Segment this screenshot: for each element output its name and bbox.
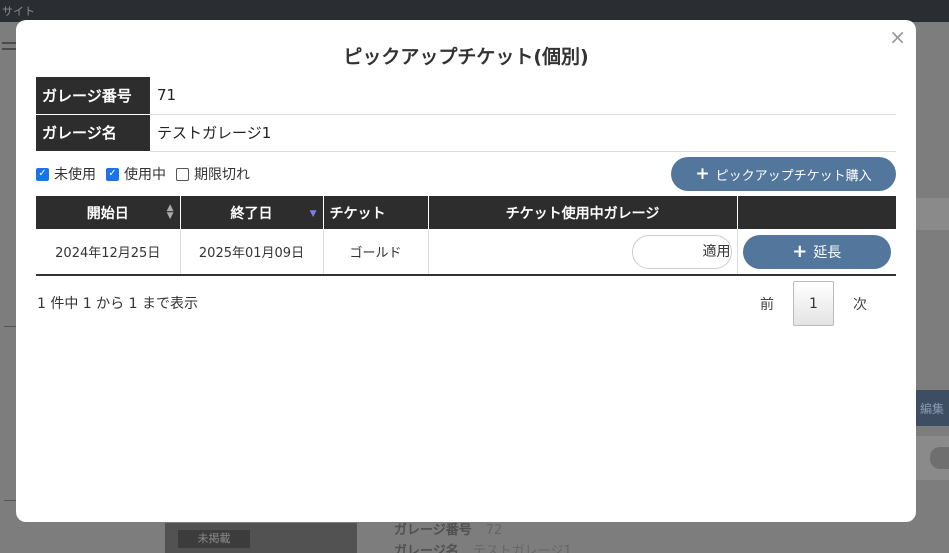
filter-unused[interactable]: ✓ 未使用 [36,164,96,184]
table-summary: 1 件中 1 から 1 まで表示 [37,296,198,312]
background-menu-icon [2,42,16,56]
filter-expired[interactable]: 期限切れ [176,164,250,184]
filter-expired-checkbox[interactable] [176,167,189,181]
background-divider [4,500,16,501]
ticket-modal: × ピックアップチケット(個別) ガレージ番号 71 ガレージ名 テストガレージ… [16,20,916,522]
garage-name-label: ガレージ名 [36,114,150,152]
cell-ticket-garage: 適用 [428,229,738,276]
cell-actions: + 延長 [737,229,896,276]
background-info-row: ガレージ名 テストガレージ1 [394,544,572,553]
cell-ticket: ゴールド [323,229,429,276]
table-row: 2024年12月25日 2025年01月09日 ゴールド 適用 + 延長 [36,229,896,276]
modal-title: ピックアップチケット(個別) [343,46,589,68]
filter-expired-label: 期限切れ [194,167,250,183]
garage-info-table: ガレージ番号 71 ガレージ名 テストガレージ1 [36,77,896,152]
background-edit-button: 編集 [916,390,949,426]
filter-unused-checkbox[interactable]: ✓ [36,167,49,181]
filter-in-use[interactable]: ✓ 使用中 [106,164,166,184]
ticket-table: 開始日 ▲ ▼ 終了日 ▼ チケット チケット使用中ガレージ 2024年12月2… [36,196,896,276]
background-divider [4,326,16,327]
column-ticket-garage[interactable]: チケット使用中ガレージ [428,196,738,229]
filter-in-use-label: 使用中 [124,167,166,183]
background-badge: 未掲載 [178,530,250,548]
purchase-ticket-label: ピックアップチケット購入 [715,168,872,184]
column-end-date[interactable]: 終了日 ▼ [180,196,324,229]
column-actions [737,196,896,229]
pagination-prev[interactable]: 前 [760,294,774,314]
filter-in-use-checkbox[interactable]: ✓ [106,167,119,181]
column-ticket[interactable]: チケット [323,196,429,229]
table-header-row: 開始日 ▲ ▼ 終了日 ▼ チケット チケット使用中ガレージ [36,196,896,229]
background-search-box [916,198,949,230]
garage-number-row: ガレージ番号 71 [36,77,896,115]
background-site-label: サイト [2,5,35,18]
garage-name-value: テストガレージ1 [150,114,896,152]
background-toggle [930,447,949,469]
column-start-date[interactable]: 開始日 ▲ ▼ [36,196,181,229]
pagination-next[interactable]: 次 [853,294,867,314]
filter-unused-label: 未使用 [54,167,96,183]
extend-label: 延長 [813,244,842,261]
garage-number-label: ガレージ番号 [36,77,150,115]
apply-button[interactable]: 適用 [631,234,732,269]
garage-name-row: ガレージ名 テストガレージ1 [36,114,896,152]
plus-icon: + [695,164,710,184]
extend-button[interactable]: + 延長 [742,234,891,269]
pagination: 前 1 次 [760,281,867,326]
background-topbar: サイト [0,0,949,22]
status-filters: ✓ 未使用 ✓ 使用中 期限切れ [36,165,260,183]
purchase-ticket-button[interactable]: + ピックアップチケット購入 [671,157,896,191]
plus-icon: + [792,241,808,262]
sort-icon: ▲ ▼ [166,203,174,221]
garage-number-value: 71 [150,77,896,115]
sort-desc-icon: ▼ [309,209,317,219]
cell-end-date: 2025年01月09日 [180,229,324,276]
pagination-page[interactable]: 1 [793,281,834,326]
cell-start-date: 2024年12月25日 [36,229,181,276]
